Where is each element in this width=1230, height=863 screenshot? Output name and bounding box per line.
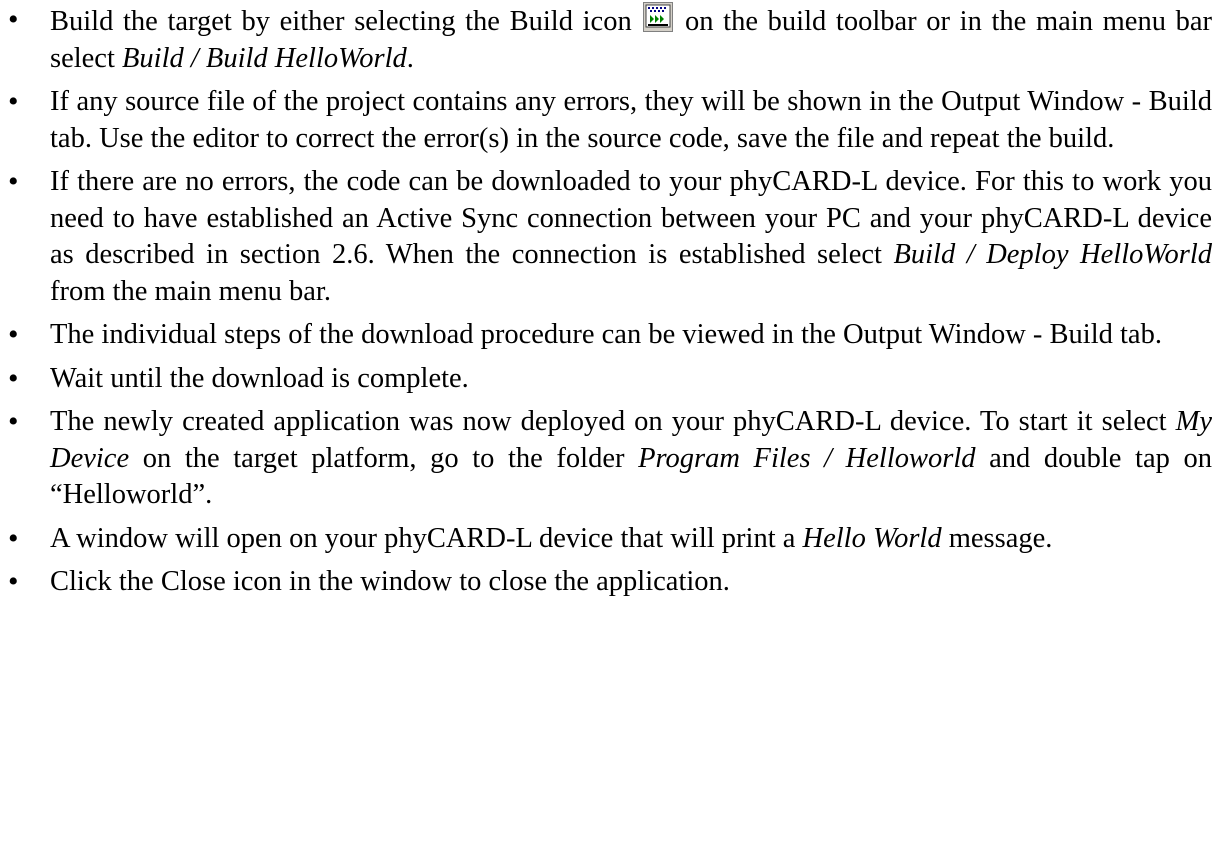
list-item: Click the Close icon in the window to cl… bbox=[0, 564, 1212, 601]
list-item-text: A window will open on your phyCARD-L dev… bbox=[50, 522, 803, 554]
list-item-text: . bbox=[406, 42, 414, 74]
list-item-text: on the target platform, go to the folder bbox=[129, 442, 639, 474]
build-icon bbox=[643, 2, 674, 32]
list-item: A window will open on your phyCARD-L dev… bbox=[0, 521, 1212, 558]
menu-path: Build / Build HelloWorld bbox=[122, 42, 407, 74]
list-item: Build the target by either selecting the… bbox=[0, 2, 1212, 77]
menu-path: Build / Deploy HelloWorld bbox=[893, 239, 1212, 270]
list-item: The individual steps of the download pro… bbox=[0, 317, 1212, 354]
list-item-text: If any source file of the project contai… bbox=[50, 86, 1212, 154]
message-text: Hello World bbox=[802, 522, 942, 554]
list-item: If any source file of the project contai… bbox=[0, 84, 1212, 157]
list-item: If there are no errors, the code can be … bbox=[0, 164, 1212, 310]
list-item-text: message. bbox=[941, 522, 1053, 554]
list-item-text: Wait until the download is complete. bbox=[50, 362, 469, 394]
list-item-text: Click the Close icon in the window to cl… bbox=[50, 566, 730, 597]
list-item-text: from the main menu bar. bbox=[50, 275, 331, 307]
list-item-text: The newly created application was now de… bbox=[50, 406, 1176, 437]
folder-path: Program Files / Helloworld bbox=[638, 442, 976, 474]
list-item: Wait until the download is complete. bbox=[0, 361, 1212, 398]
list-item: The newly created application was now de… bbox=[0, 404, 1212, 514]
list-item-text: The individual steps of the download pro… bbox=[50, 319, 1162, 350]
document-page: Build the target by either selecting the… bbox=[0, 0, 1230, 863]
instruction-list: Build the target by either selecting the… bbox=[0, 2, 1230, 601]
list-item-text: Build the target by either selecting the… bbox=[50, 6, 642, 37]
